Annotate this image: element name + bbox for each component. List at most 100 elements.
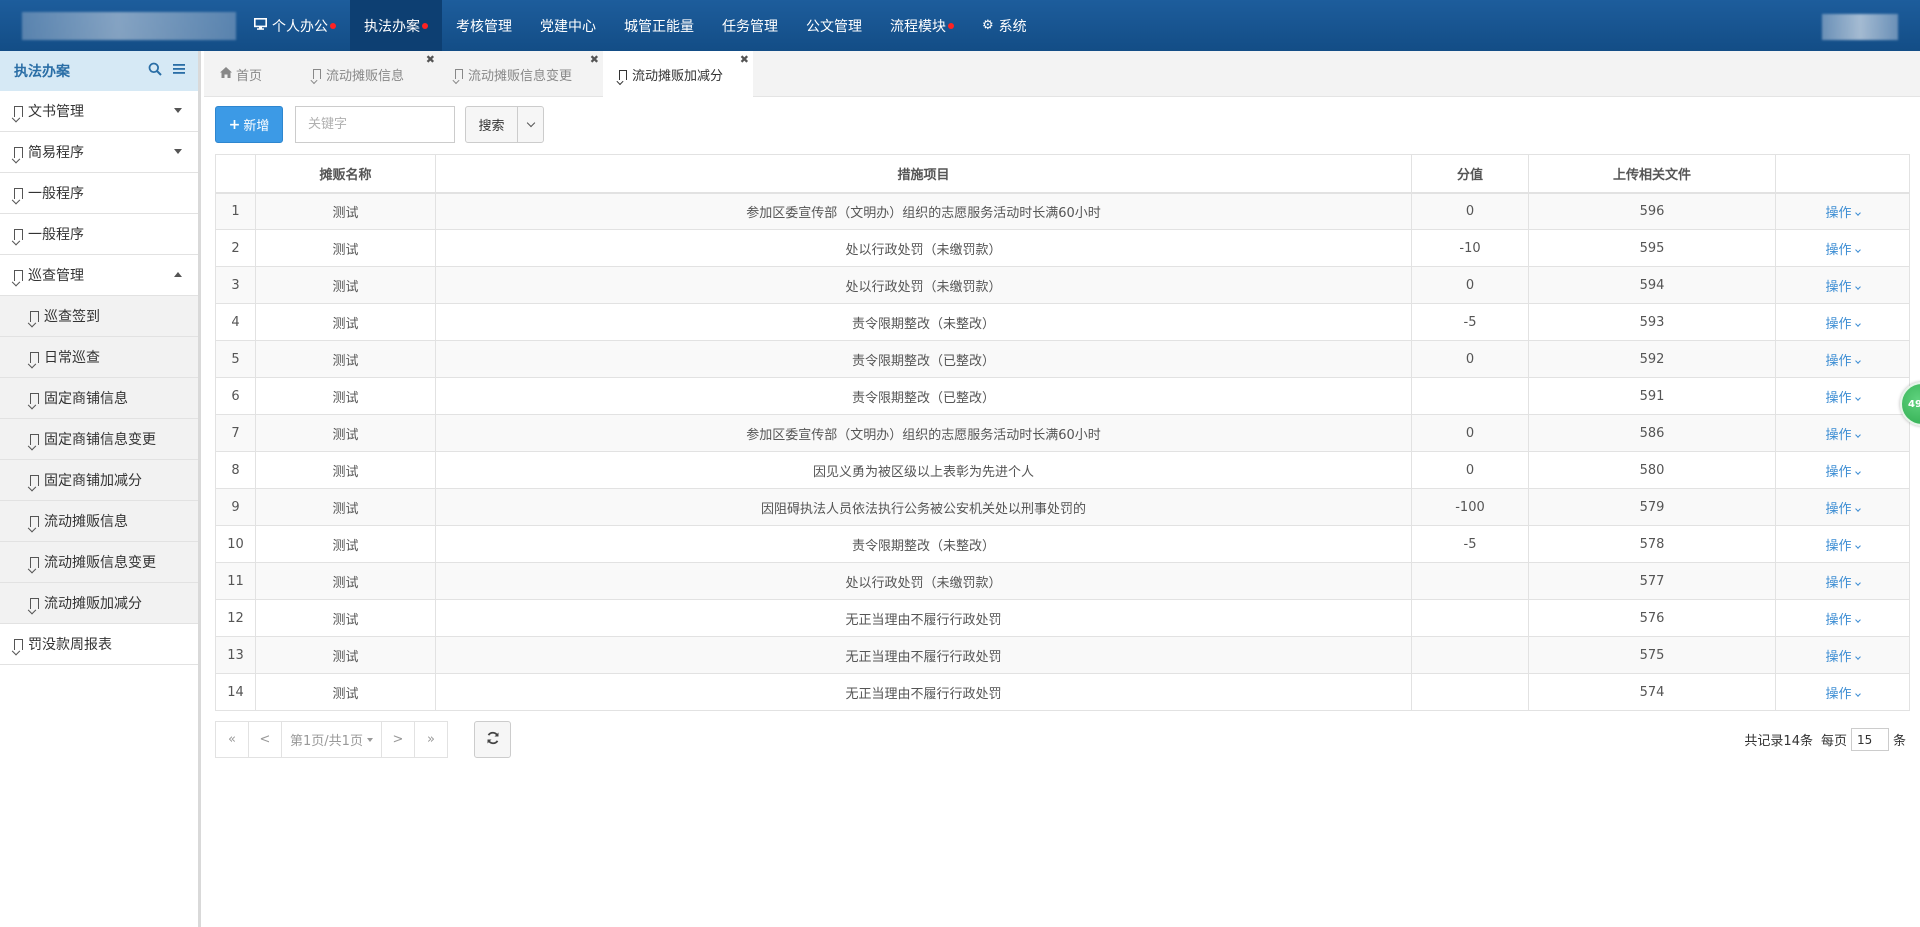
cell-vendor-name: 测试: [255, 525, 436, 563]
sidebar-item-0[interactable]: 文书管理: [0, 91, 198, 132]
tab-label: 首页: [236, 68, 263, 84]
close-icon[interactable]: ✖: [426, 53, 435, 66]
nav-item-1[interactable]: 执法办案: [350, 0, 442, 51]
nav-item-2[interactable]: 考核管理: [442, 0, 526, 51]
tab-vendor-score[interactable]: 流动摊贩加减分 ✖: [603, 51, 753, 98]
search-icon[interactable]: [148, 62, 162, 80]
sidebar-header: 执法办案: [0, 51, 198, 91]
row-action-dropdown[interactable]: 操作: [1775, 525, 1910, 563]
table-row[interactable]: 8 测试 因见义勇为被区级以上表彰为先进个人 0 580 操作: [215, 451, 1910, 489]
col-header-score[interactable]: 分值: [1411, 154, 1529, 194]
sidebar-item-13[interactable]: 罚没款周报表: [0, 624, 198, 665]
row-action-label: 操作: [1825, 649, 1852, 665]
sidebar-item-1[interactable]: 简易程序: [0, 132, 198, 173]
row-action-dropdown[interactable]: 操作: [1775, 340, 1910, 378]
sidebar-item-4[interactable]: 巡查管理: [0, 255, 198, 296]
cell-index: 2: [215, 229, 256, 267]
table-row[interactable]: 7 测试 参加区委宣传部（文明办）组织的志愿服务活动时长满60小时 0 586 操作: [215, 414, 1910, 452]
pager-next-button[interactable]: >: [381, 721, 415, 758]
nav-item-6[interactable]: 公文管理: [792, 0, 876, 51]
chevron-down-icon: [1854, 653, 1861, 660]
row-action-dropdown[interactable]: 操作: [1775, 673, 1910, 711]
page-size-input[interactable]: [1850, 728, 1889, 751]
table-row[interactable]: 10 测试 责令限期整改（未整改） -5 578 操作: [215, 525, 1910, 563]
cell-vendor-name: 测试: [255, 414, 436, 452]
nav-item-4[interactable]: 城管正能量: [610, 0, 708, 51]
row-action-dropdown[interactable]: 操作: [1775, 377, 1910, 415]
col-header-vendor-name[interactable]: 摊贩名称: [255, 154, 436, 194]
sidebar-item-12[interactable]: 流动摊贩加减分: [0, 583, 198, 624]
nav-item-7[interactable]: 流程模块: [876, 0, 968, 51]
table-row[interactable]: 6 测试 责令限期整改（已整改） 591 操作: [215, 377, 1910, 415]
sidebar-item-5[interactable]: 巡查签到: [0, 296, 198, 337]
row-action-dropdown[interactable]: 操作: [1775, 192, 1910, 230]
row-action-dropdown[interactable]: 操作: [1775, 303, 1910, 341]
cell-file: 595: [1528, 229, 1776, 267]
bookmark-icon: [30, 392, 39, 404]
sidebar-title: 执法办案: [14, 64, 70, 80]
table-row[interactable]: 2 测试 处以行政处罚（未缴罚款） -10 595 操作: [215, 229, 1910, 267]
pager-prev-button[interactable]: <: [248, 721, 282, 758]
cell-vendor-name: 测试: [255, 636, 436, 674]
cell-score: [1411, 377, 1529, 415]
row-action-dropdown[interactable]: 操作: [1775, 562, 1910, 600]
row-action-dropdown[interactable]: 操作: [1775, 229, 1910, 267]
row-action-dropdown[interactable]: 操作: [1775, 266, 1910, 304]
cell-index: 12: [215, 599, 256, 637]
sidebar-item-10[interactable]: 流动摊贩信息: [0, 501, 198, 542]
close-icon[interactable]: ✖: [590, 53, 599, 66]
refresh-button[interactable]: [474, 721, 511, 758]
cell-file: 578: [1528, 525, 1776, 563]
menu-toggle-icon[interactable]: [172, 62, 186, 80]
cell-vendor-name: 测试: [255, 488, 436, 526]
table-row[interactable]: 13 测试 无正当理由不履行行政处罚 575 操作: [215, 636, 1910, 674]
table-row[interactable]: 9 测试 因阻碍执法人员依法执行公务被公安机关处以刑事处罚的 -100 579 操作: [215, 488, 1910, 526]
col-header-index[interactable]: [215, 154, 256, 194]
keyword-search-input[interactable]: [295, 106, 455, 143]
search-options-dropdown[interactable]: [517, 106, 544, 143]
pager-first-button[interactable]: «: [215, 721, 249, 758]
sidebar-item-7[interactable]: 固定商铺信息: [0, 378, 198, 419]
sidebar-item-8[interactable]: 固定商铺信息变更: [0, 419, 198, 460]
pager-page-select[interactable]: 第1页/共1页: [281, 721, 382, 758]
sidebar-item-2[interactable]: 一般程序: [0, 173, 198, 214]
sidebar-item-9[interactable]: 固定商铺加减分: [0, 460, 198, 501]
col-header-measure[interactable]: 措施项目: [435, 154, 1412, 194]
table-row[interactable]: 12 测试 无正当理由不履行行政处罚 576 操作: [215, 599, 1910, 637]
sidebar-item-label: 巡查管理: [28, 268, 84, 284]
table-row[interactable]: 11 测试 处以行政处罚（未缴罚款） 577 操作: [215, 562, 1910, 600]
table-row[interactable]: 14 测试 无正当理由不履行行政处罚 574 操作: [215, 673, 1910, 711]
bookmark-icon: [30, 474, 39, 486]
nav-item-5[interactable]: 任务管理: [708, 0, 792, 51]
tab-home[interactable]: 首页: [204, 51, 297, 97]
nav-item-0[interactable]: 个人办公: [240, 0, 350, 51]
cell-measure: 责令限期整改（未整改）: [435, 303, 1412, 341]
nav-item-3[interactable]: 党建中心: [526, 0, 610, 51]
table-row[interactable]: 5 测试 责令限期整改（已整改） 0 592 操作: [215, 340, 1910, 378]
user-avatar[interactable]: [1822, 14, 1898, 40]
table-row[interactable]: 4 测试 责令限期整改（未整改） -5 593 操作: [215, 303, 1910, 341]
col-header-file[interactable]: 上传相关文件: [1528, 154, 1776, 194]
pager-last-button[interactable]: »: [414, 721, 448, 758]
row-action-dropdown[interactable]: 操作: [1775, 488, 1910, 526]
sidebar-menu: 文书管理 简易程序 一般程序 一般程序 巡查管理 巡查签到 日常巡查 固定商铺信息 固定商铺信息…: [0, 91, 198, 665]
table-row[interactable]: 3 测试 处以行政处罚（未缴罚款） 0 594 操作: [215, 266, 1910, 304]
sidebar-item-3[interactable]: 一般程序: [0, 214, 198, 255]
row-action-dropdown[interactable]: 操作: [1775, 451, 1910, 489]
refresh-icon: [486, 731, 500, 749]
search-button[interactable]: 搜索: [465, 106, 518, 143]
sidebar-item-6[interactable]: 日常巡查: [0, 337, 198, 378]
close-icon[interactable]: ✖: [740, 53, 749, 66]
chevron-down-icon: [526, 118, 535, 128]
row-action-dropdown[interactable]: 操作: [1775, 636, 1910, 674]
tab-vendor-info[interactable]: 流动摊贩信息 ✖: [297, 51, 439, 97]
add-button[interactable]: + 新增: [215, 106, 283, 143]
chevron-down-icon: [1854, 616, 1861, 623]
row-action-dropdown[interactable]: 操作: [1775, 599, 1910, 637]
tab-vendor-info-change[interactable]: 流动摊贩信息变更 ✖: [439, 51, 603, 97]
sidebar-item-11[interactable]: 流动摊贩信息变更: [0, 542, 198, 583]
nav-item-8[interactable]: ⚙ 系统: [968, 0, 1041, 51]
cell-measure: 责令限期整改（已整改）: [435, 377, 1412, 415]
row-action-dropdown[interactable]: 操作: [1775, 414, 1910, 452]
table-row[interactable]: 1 测试 参加区委宣传部（文明办）组织的志愿服务活动时长满60小时 0 596 操作: [215, 192, 1910, 230]
